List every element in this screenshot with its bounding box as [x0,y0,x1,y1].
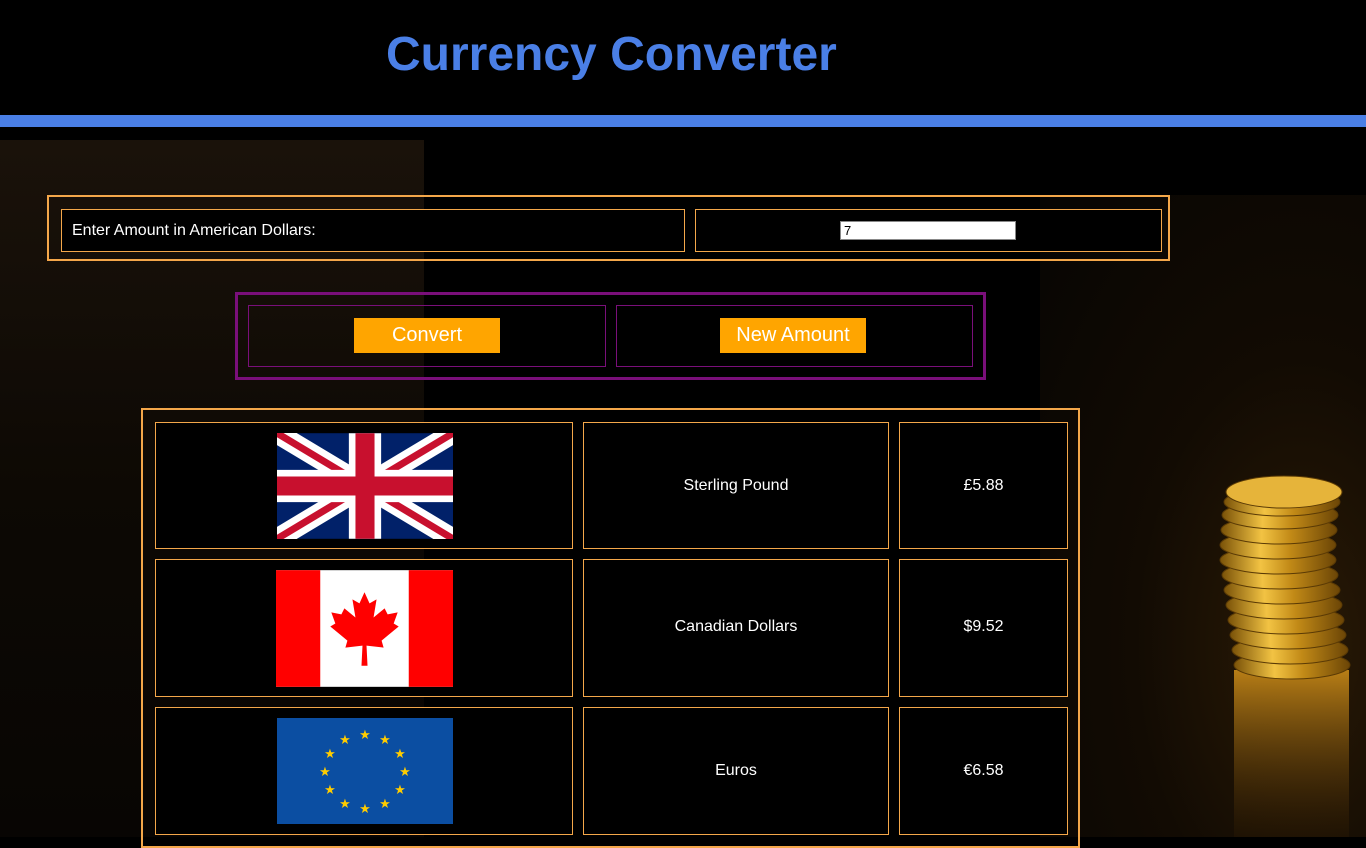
table-row-flag-cell: ★ ★ ★ ★ ★ ★ ★ ★ ★ ★ ★ ★ [155,707,573,835]
table-row-name-cell: Euros [583,707,889,835]
currency-name: Sterling Pound [683,477,789,494]
svg-text:★: ★ [339,797,351,812]
new-amount-button-cell: New Amount [616,305,973,367]
currency-name: Euros [715,762,757,779]
convert-button-cell: Convert [248,305,606,367]
coin-stack-image [1219,475,1351,837]
table-row-value-cell: $9.52 [899,559,1068,697]
amount-panel: Enter Amount in American Dollars: [47,195,1170,261]
convert-button[interactable]: Convert [354,318,500,353]
header-divider [0,115,1366,127]
svg-text:★: ★ [394,783,406,798]
header: Currency Converter [0,0,1366,115]
table-row-name-cell: Sterling Pound [583,422,889,549]
table-row-value-cell: €6.58 [899,707,1068,835]
svg-text:★: ★ [324,783,336,798]
canada-flag-icon [276,570,453,687]
svg-text:★: ★ [339,733,351,748]
amount-label: Enter Amount in American Dollars: [72,222,316,239]
uk-flag-icon [277,433,453,539]
amount-input[interactable] [840,221,1016,240]
svg-text:★: ★ [379,733,391,748]
button-panel: Convert New Amount [235,292,986,380]
eu-flag-icon: ★ ★ ★ ★ ★ ★ ★ ★ ★ ★ ★ ★ [277,718,453,824]
table-row-value-cell: £5.88 [899,422,1068,549]
svg-text:★: ★ [324,747,336,762]
currency-name: Canadian Dollars [674,618,798,635]
amount-input-cell [695,209,1162,252]
table-row-name-cell: Canadian Dollars [583,559,889,697]
table-row-flag-cell [155,422,573,549]
svg-text:★: ★ [359,802,371,817]
currency-table: Sterling Pound £5.88 Canadian Dollars $9… [141,408,1080,848]
new-amount-button[interactable]: New Amount [720,318,866,353]
svg-text:★: ★ [399,765,411,780]
currency-value: €6.58 [963,762,1004,779]
currency-value: $9.52 [963,618,1004,635]
svg-text:★: ★ [359,728,371,743]
svg-text:★: ★ [394,747,406,762]
currency-value: £5.88 [963,477,1004,494]
amount-label-cell: Enter Amount in American Dollars: [61,209,685,252]
table-row-flag-cell [155,559,573,697]
page-title: Currency Converter [386,28,837,81]
svg-text:★: ★ [379,797,391,812]
svg-text:★: ★ [319,765,331,780]
